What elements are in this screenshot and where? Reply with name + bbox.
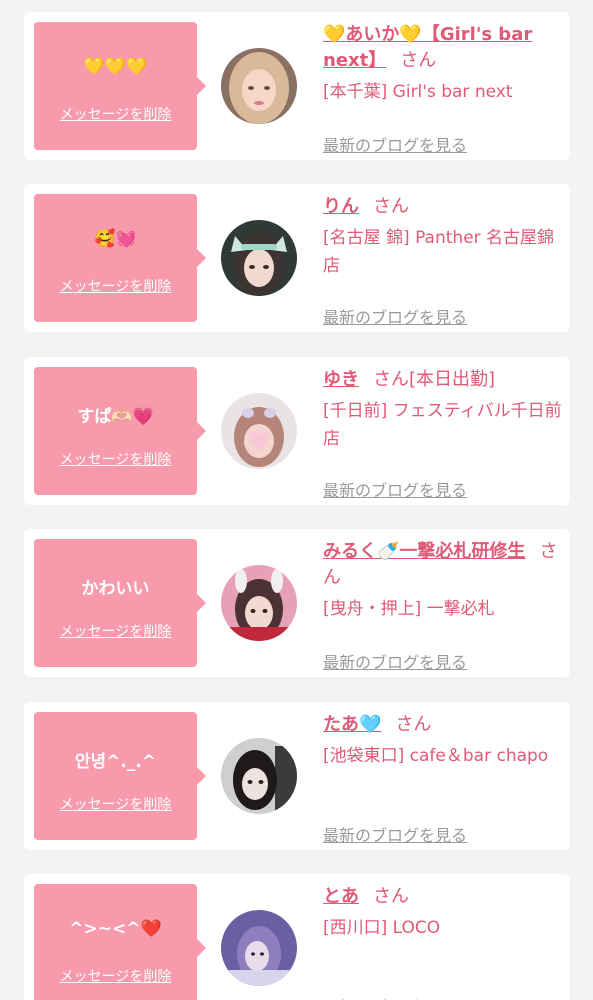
message-bubble: 💛💛💛 メッセージを削除 bbox=[34, 22, 206, 150]
message-text: ^>~<^❤️ bbox=[69, 919, 162, 939]
message-text: 안녕^._.^ bbox=[74, 752, 157, 772]
avatar[interactable] bbox=[221, 48, 297, 124]
honorific: さん bbox=[400, 50, 437, 71]
avatar[interactable] bbox=[221, 738, 297, 814]
message-text: すぱ🫶🏻💗 bbox=[77, 407, 154, 427]
honorific: さん bbox=[373, 886, 409, 907]
sender-info: たあ🩵 さん [池袋東口] cafe＆bar chapo bbox=[323, 712, 563, 770]
message-card: すぱ🫶🏻💗 メッセージを削除 ゆき さん[本日出勤] [千日前] フェスティバル千… bbox=[24, 357, 570, 505]
delete-message-link[interactable]: メッセージを削除 bbox=[34, 104, 197, 124]
message-card: 🥰💓 メッセージを削除 りん さん [名古屋 錦] Panther 名古屋錦店 最… bbox=[24, 184, 570, 332]
message-bubble: ^>~<^❤️ メッセージを削除 bbox=[34, 884, 206, 1000]
shop-name: [池袋東口] cafe＆bar chapo bbox=[323, 746, 549, 766]
latest-blog-link[interactable]: 最新のブログを見る bbox=[323, 649, 467, 673]
message-card: 💛💛💛 メッセージを削除 💛あいか💛【Girl's bar next】 さん [本… bbox=[24, 12, 570, 160]
shop-name: [西川口] LOCO bbox=[323, 918, 441, 938]
message-text: 💛💛💛 bbox=[83, 57, 148, 77]
message-bubble: すぱ🫶🏻💗 メッセージを削除 bbox=[34, 367, 206, 495]
avatar-photo bbox=[221, 565, 297, 641]
message-bubble: 🥰💓 メッセージを削除 bbox=[34, 194, 206, 322]
sender-name-link[interactable]: みるく🍼一撃必札研修生 bbox=[323, 541, 525, 562]
sender-name-link[interactable]: たあ🩵 bbox=[323, 714, 381, 735]
latest-blog-link[interactable]: 最新のブログを見る bbox=[323, 477, 467, 501]
avatar-photo bbox=[221, 393, 297, 469]
message-list: 💛💛💛 メッセージを削除 💛あいか💛【Girl's bar next】 さん [本… bbox=[0, 0, 593, 1000]
latest-blog-link[interactable]: 最新のブログを見る bbox=[323, 994, 467, 1000]
sender-status: [本日出勤] bbox=[409, 369, 496, 390]
message-card: 안녕^._.^ メッセージを削除 たあ🩵 さん [池袋東口] cafe＆bar c… bbox=[24, 702, 570, 850]
shop-name: [千日前] フェスティバル千日前店 bbox=[323, 401, 562, 449]
delete-message-link[interactable]: メッセージを削除 bbox=[34, 621, 197, 641]
message-card: かわいい メッセージを削除 みるく🍼一撃必札研修生 さん [曳舟・押上] 一撃必札… bbox=[24, 529, 570, 677]
sender-info: みるく🍼一撃必札研修生 さん [曳舟・押上] 一撃必札 bbox=[323, 539, 563, 623]
avatar-photo bbox=[221, 48, 297, 124]
sender-name-link[interactable]: りん bbox=[323, 196, 359, 217]
delete-message-link[interactable]: メッセージを削除 bbox=[34, 449, 197, 469]
latest-blog-link[interactable]: 最新のブログを見る bbox=[323, 132, 467, 156]
avatar-photo bbox=[221, 910, 297, 986]
honorific: さん bbox=[373, 196, 409, 217]
message-text: かわいい bbox=[81, 579, 150, 599]
delete-message-link[interactable]: メッセージを削除 bbox=[34, 966, 197, 986]
sender-info: りん さん [名古屋 錦] Panther 名古屋錦店 bbox=[323, 194, 563, 280]
avatar[interactable] bbox=[221, 565, 297, 641]
latest-blog-link[interactable]: 最新のブログを見る bbox=[323, 304, 467, 328]
message-text: 🥰💓 bbox=[94, 229, 137, 249]
honorific: さん bbox=[395, 714, 432, 735]
delete-message-link[interactable]: メッセージを削除 bbox=[34, 794, 197, 814]
shop-name: [本千葉] Girl's bar next bbox=[323, 82, 513, 102]
avatar[interactable] bbox=[221, 910, 297, 986]
shop-name: [曳舟・押上] 一撃必札 bbox=[323, 599, 495, 619]
sender-info: 💛あいか💛【Girl's bar next】 さん [本千葉] Girl's ba… bbox=[323, 22, 563, 106]
sender-info: ゆき さん[本日出勤] [千日前] フェスティバル千日前店 bbox=[323, 367, 563, 453]
avatar[interactable] bbox=[221, 220, 297, 296]
latest-blog-link[interactable]: 最新のブログを見る bbox=[323, 822, 467, 846]
shop-name: [名古屋 錦] Panther 名古屋錦店 bbox=[323, 228, 555, 276]
avatar-photo bbox=[221, 738, 297, 814]
honorific: さん bbox=[373, 369, 409, 390]
avatar-photo bbox=[221, 220, 297, 296]
delete-message-link[interactable]: メッセージを削除 bbox=[34, 276, 197, 296]
sender-info: とあ さん [西川口] LOCO bbox=[323, 884, 563, 942]
message-bubble: かわいい メッセージを削除 bbox=[34, 539, 206, 667]
sender-name-link[interactable]: ゆき bbox=[323, 369, 359, 390]
message-card: ^>~<^❤️ メッセージを削除 とあさん [西川口] LOCO 最新のブログを… bbox=[24, 874, 570, 1000]
message-bubble: 안녕^._.^ メッセージを削除 bbox=[34, 712, 206, 840]
sender-name-link[interactable]: とあ bbox=[323, 886, 359, 907]
avatar[interactable] bbox=[221, 393, 297, 469]
